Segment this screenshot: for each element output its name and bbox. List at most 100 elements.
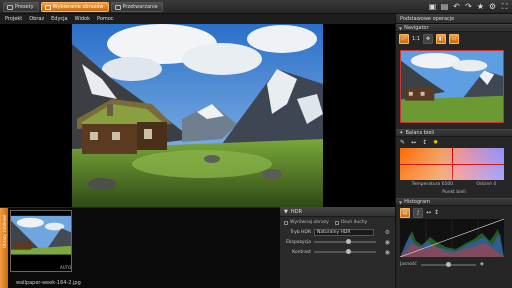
compare-icon[interactable]: ◧ xyxy=(436,34,447,44)
presets-icon xyxy=(7,4,13,10)
hdr-mode-value: Naturalny HDR xyxy=(317,229,351,235)
tab-presets[interactable]: Presety xyxy=(3,2,39,12)
thumbnail-filename: wallpaper-week-164-2.jpg xyxy=(16,280,81,286)
source-images-panel: Obrazy źródłowe AUTO wallpaper-week-164-… xyxy=(0,207,280,288)
sun-preset-icon[interactable]: ✹ xyxy=(433,139,438,146)
navigator-section-header[interactable]: ▼ Navigator xyxy=(396,24,512,32)
tint-marker[interactable] xyxy=(400,164,504,165)
temp-marker[interactable] xyxy=(452,148,453,180)
remove-ghosts-checkbox[interactable]: Usuń duchy xyxy=(334,220,368,225)
eyedropper-icon[interactable]: ✎ xyxy=(400,139,405,146)
histogram-rgb-icon[interactable]: ▤ xyxy=(400,207,410,218)
tab-presets-label: Presety xyxy=(15,4,34,10)
settings-icon[interactable]: ⚙ xyxy=(488,2,497,11)
navigator-preview[interactable] xyxy=(400,50,504,123)
tint-value: 0 xyxy=(493,182,497,187)
temperature-readout: Temperatura 6500 xyxy=(412,182,453,187)
align-images-label: Wyrównaj obrazy xyxy=(290,220,329,225)
white-balance-readout: Temperatura 6500 Odcień 0 xyxy=(396,180,512,189)
fullscreen-icon[interactable]: ⛶ xyxy=(500,2,509,11)
temp-arrows-icon[interactable]: ↔ xyxy=(411,139,416,146)
hist-vert-icon[interactable]: ↕ xyxy=(434,209,439,216)
menu-image[interactable]: Obraz xyxy=(29,16,44,22)
contrast-label: Kontrast xyxy=(292,249,311,255)
redo-icon[interactable]: ↷ xyxy=(464,2,473,11)
tint-label: Odcień xyxy=(476,182,493,187)
exposure-slider[interactable] xyxy=(314,239,376,244)
histogram-tools: ▤ ∫ ↔ ↕ xyxy=(396,206,512,219)
zoom-one-to-one[interactable]: 1:1 xyxy=(412,36,420,42)
basic-operations-header[interactable]: Podstawowe operacje xyxy=(396,14,512,24)
menu-help[interactable]: Pomoc xyxy=(97,16,114,22)
brightness-row: Jasność ◉ xyxy=(396,259,512,270)
tab-processing[interactable]: Przetwarzanie xyxy=(110,2,163,12)
auto-badge: AUTO xyxy=(60,265,72,270)
settings-icon[interactable]: ⚙ xyxy=(385,229,390,236)
visibility-eye-icon[interactable]: ◉ xyxy=(480,262,484,267)
menu-edit[interactable]: Edycja xyxy=(51,16,68,22)
film-icon[interactable]: ▤ xyxy=(440,2,449,11)
processing-icon xyxy=(114,4,121,10)
star-icon[interactable]: ★ xyxy=(476,2,485,11)
tint-arrows-icon[interactable]: ↕ xyxy=(422,139,427,146)
expand-arrow-icon: ▼ xyxy=(284,209,288,215)
hdr-panel: ▼ HDR Wyrównaj obrazy Usuń duchy Tryb HD… xyxy=(280,207,395,288)
main-photo xyxy=(72,24,323,207)
menu-view[interactable]: Widok xyxy=(75,16,90,22)
brightness-slider-knob[interactable] xyxy=(445,261,451,267)
collapse-arrow-icon: ▼ xyxy=(399,199,403,205)
mode-tabs: Presety Wybieranie obrazów Przetwarzanie xyxy=(3,2,163,12)
align-images-checkbox[interactable]: Wyrównaj obrazy xyxy=(284,220,329,225)
images-icon xyxy=(44,4,51,10)
tint-readout: Odcień 0 xyxy=(476,182,496,187)
right-panel: Podstawowe operacje ▼ Navigator ⤢ 1:1 ✥ … xyxy=(395,14,512,288)
visibility-eye-icon[interactable]: ◉ xyxy=(385,249,390,256)
image-thumbnail[interactable] xyxy=(10,210,72,272)
image-canvas[interactable] xyxy=(0,24,395,207)
white-balance-title: Balans bieli xyxy=(405,130,435,136)
white-balance-picker[interactable] xyxy=(400,148,504,180)
collapse-arrow-icon: ▼ xyxy=(399,25,403,31)
temperature-value: 6500 xyxy=(441,182,454,187)
move-icon[interactable]: ✥ xyxy=(423,34,434,44)
menu-bar: Projekt Obraz Edycja Widok Pomoc xyxy=(0,14,395,24)
histogram-graph[interactable] xyxy=(399,218,505,258)
tab-select-images[interactable]: Wybieranie obrazów xyxy=(40,2,109,12)
folder-icon[interactable]: ▭ xyxy=(449,34,460,44)
menu-project[interactable]: Projekt xyxy=(5,16,22,22)
contrast-slider[interactable] xyxy=(314,249,376,254)
exposure-label: Ekspozycja xyxy=(286,239,311,245)
hist-arrows-icon[interactable]: ↔ xyxy=(426,209,431,216)
frame-icon[interactable]: ▣ xyxy=(428,2,437,11)
remove-ghosts-label: Usuń duchy xyxy=(340,220,368,225)
hdr-mode-select[interactable]: Naturalny HDR xyxy=(314,228,374,236)
visibility-eye-icon[interactable]: ◉ xyxy=(385,239,390,246)
sun-icon: ☀ xyxy=(399,130,404,136)
navigator-tools: ⤢ 1:1 ✥ ◧ ▭ xyxy=(396,32,512,46)
brightness-slider[interactable] xyxy=(420,261,476,267)
white-balance-section-header[interactable]: ☀ Balans bieli xyxy=(396,129,512,137)
top-toolbar: Presety Wybieranie obrazów Przetwarzanie… xyxy=(0,0,512,14)
undo-icon[interactable]: ↶ xyxy=(452,2,461,11)
source-images-tab-label: Obrazy źródłowe xyxy=(2,214,7,248)
tab-processing-label: Przetwarzanie xyxy=(122,4,158,10)
tab-select-images-label: Wybieranie obrazów xyxy=(52,4,104,10)
hdr-header[interactable]: ▼ HDR xyxy=(280,208,395,217)
contrast-slider-knob[interactable] xyxy=(345,249,351,254)
exposure-slider-knob[interactable] xyxy=(345,239,351,244)
toolbar-icons: ▣ ▤ ↶ ↷ ★ ⚙ ⛶ xyxy=(428,2,509,11)
histogram-section-header[interactable]: ▼ Histogram xyxy=(396,198,512,206)
navigator-title: Navigator xyxy=(404,25,429,31)
exposure-row: Ekspozycja ◉ xyxy=(280,237,395,247)
hdr-mode-row: Tryb HDR Naturalny HDR ⚙ xyxy=(280,227,395,237)
contrast-row: Kontrast ◉ xyxy=(280,247,395,257)
histogram-curve-icon[interactable]: ∫ xyxy=(413,207,423,218)
white-balance-tools: ✎ ↔ ↕ ✹ xyxy=(396,137,512,148)
brightness-label: Jasność xyxy=(400,262,417,267)
zoom-fit-icon[interactable]: ⤢ xyxy=(399,34,409,44)
source-images-tab[interactable]: Obrazy źródłowe xyxy=(0,208,8,288)
hdr-mode-label: Tryb HDR xyxy=(290,229,311,235)
white-point-label: Punkt bieli xyxy=(442,190,466,195)
hdr-options: Wyrównaj obrazy Usuń duchy xyxy=(280,217,395,227)
histogram-title: Histogram xyxy=(404,199,431,205)
